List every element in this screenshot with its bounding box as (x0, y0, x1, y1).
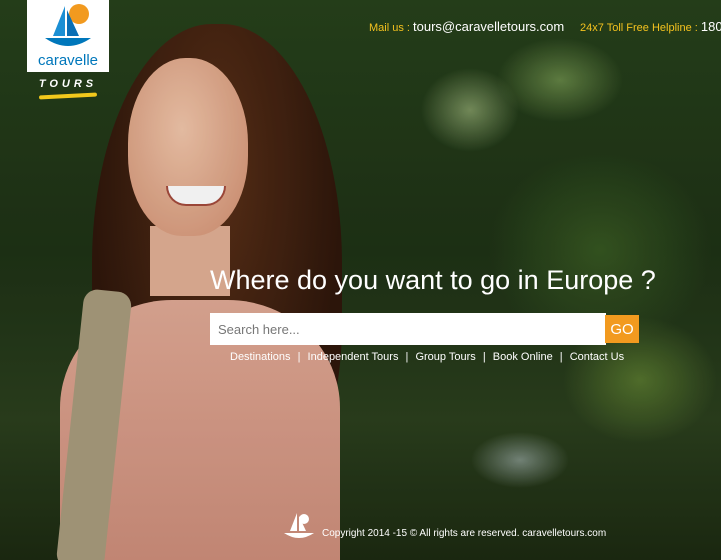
helpline-number: 1800 (700, 19, 721, 34)
site-logo[interactable]: caravelle TOURS (27, 0, 109, 104)
nav-separator: | (559, 351, 563, 363)
helpline-contact: 24x7 Toll Free Helpline : 1800 (580, 19, 721, 34)
quick-nav: Destinations | Independent Tours | Group… (230, 351, 624, 363)
nav-independent-tours[interactable]: Independent Tours (308, 351, 399, 363)
logo-box: caravelle (27, 0, 109, 72)
go-button[interactable]: GO (605, 315, 639, 343)
nav-separator: | (482, 351, 486, 363)
footer-copyright: Copyright 2014 -15 © All rights are rese… (322, 528, 607, 539)
hero-headline: Where do you want to go in Europe ? (210, 265, 656, 295)
nav-separator: | (297, 351, 301, 363)
nav-book-online[interactable]: Book Online (493, 351, 553, 363)
footer: Copyright 2014 -15 © All rights are rese… (282, 511, 606, 541)
nav-destinations[interactable]: Destinations (230, 351, 291, 363)
nav-separator: | (405, 351, 409, 363)
search-input[interactable] (210, 313, 606, 345)
sailboat-logo-icon (45, 4, 91, 46)
nav-group-tours[interactable]: Group Tours (415, 351, 475, 363)
mail-link[interactable]: tours@caravelletours.com (413, 19, 564, 34)
nav-contact-us[interactable]: Contact Us (570, 351, 624, 363)
mail-contact: Mail us : tours@caravelletours.com (369, 19, 564, 34)
logo-name: caravelle (37, 52, 99, 69)
helpline-label: 24x7 Toll Free Helpline : (580, 22, 698, 34)
mail-label: Mail us : (369, 22, 410, 34)
logo-swoosh (38, 92, 98, 100)
logo-tagline: TOURS (38, 78, 98, 90)
sailboat-footer-icon (284, 513, 314, 538)
